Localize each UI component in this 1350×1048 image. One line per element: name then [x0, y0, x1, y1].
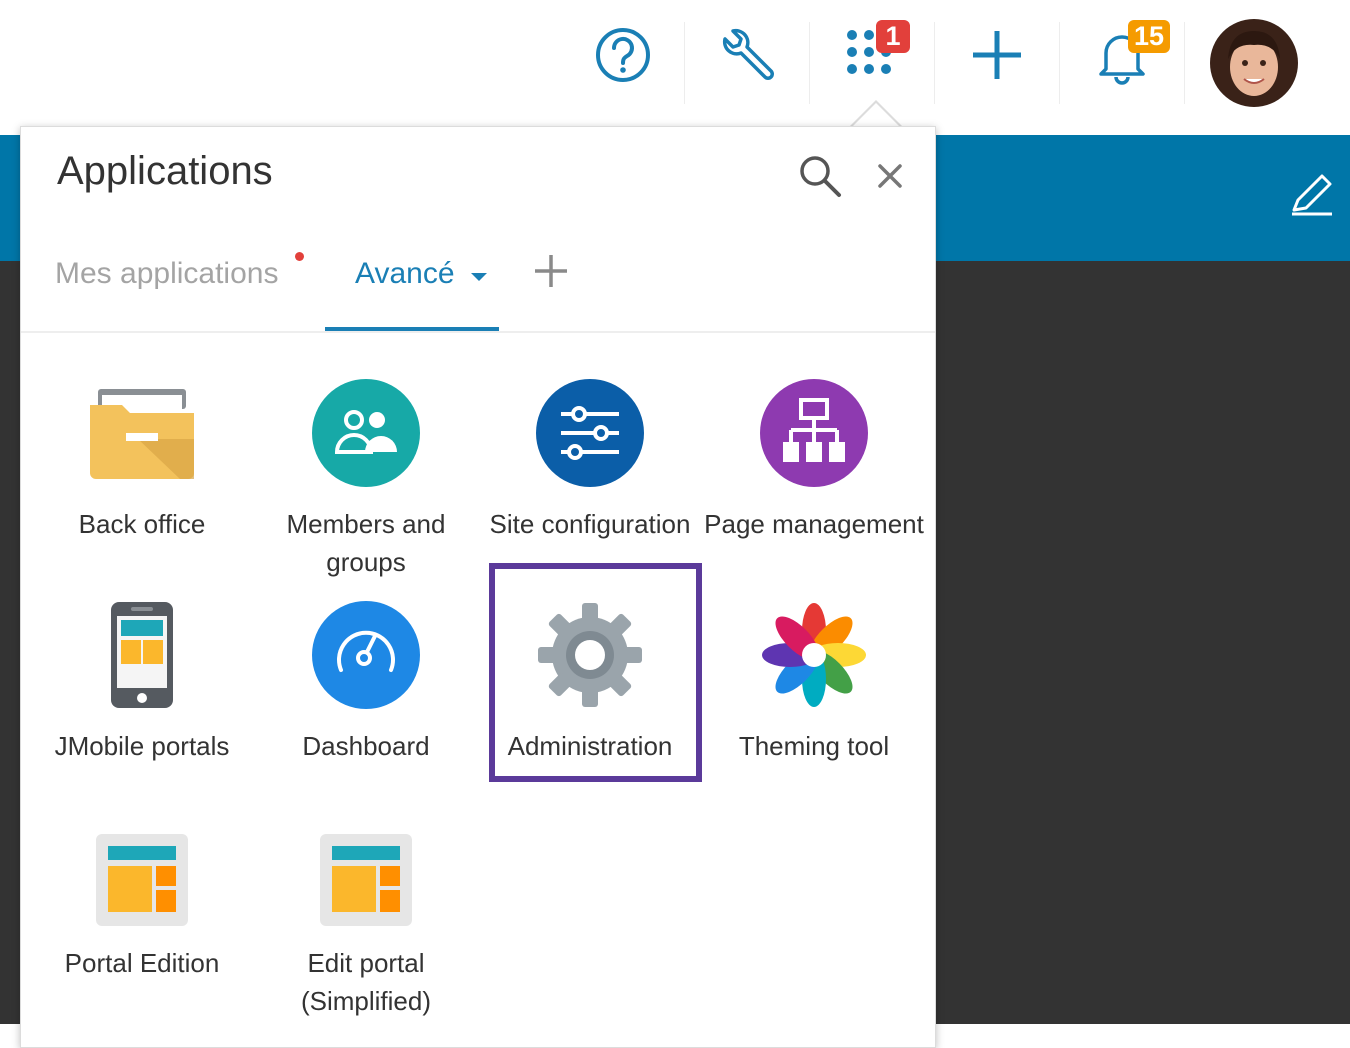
search-button[interactable] [797, 153, 843, 199]
portal-layout-icon [320, 834, 412, 926]
app-label: JMobile portals [54, 731, 230, 761]
top-header: 1 15 [0, 0, 1350, 135]
add-tab-button[interactable] [531, 251, 571, 291]
portal-layout-icon [96, 834, 188, 926]
tools-button[interactable] [685, 0, 809, 110]
plus-icon [535, 255, 567, 287]
app-page-management[interactable]: Page management [702, 377, 926, 577]
app-label: Theming tool [738, 731, 890, 761]
app-dashboard[interactable]: Dashboard [254, 599, 478, 779]
app-label: Dashboard [302, 731, 430, 761]
app-label: Members and groups [286, 509, 446, 577]
close-icon [878, 164, 902, 188]
user-avatar[interactable] [1210, 19, 1298, 107]
wrench-icon [722, 28, 774, 80]
app-back-office[interactable]: Back office [30, 377, 254, 577]
app-label: Edit portal (Simplified) [300, 948, 432, 1016]
plus-icon [973, 31, 1021, 79]
sitemap-icon [760, 379, 868, 487]
mobile-icon [111, 602, 173, 708]
help-button[interactable] [561, 0, 685, 110]
app-portal-edition[interactable]: Portal Edition [30, 824, 254, 1024]
speedometer-icon [312, 601, 420, 709]
notifications-badge: 15 [1128, 20, 1171, 53]
app-label: Page management [704, 509, 924, 539]
tab-new-dot [295, 252, 304, 261]
edit-page-button[interactable] [1288, 170, 1336, 223]
close-button[interactable] [873, 159, 907, 193]
app-label: Site configuration [489, 509, 691, 539]
apps-badge: 1 [876, 20, 910, 53]
popup-title: Applications [57, 149, 273, 193]
app-site-configuration[interactable]: Site configuration [478, 377, 702, 577]
folder-icon [90, 389, 194, 479]
search-icon [800, 156, 841, 197]
applications-button[interactable]: 1 [810, 0, 934, 110]
add-button[interactable] [935, 0, 1059, 110]
app-label: Back office [78, 509, 206, 539]
highlight-box [489, 563, 702, 782]
tab-bar: Mes applications Avancé [21, 247, 935, 333]
tab-mes-applications[interactable]: Mes applications [55, 257, 278, 291]
notifications-button[interactable]: 15 [1060, 0, 1184, 110]
tab-avance-label: Avancé [355, 257, 455, 290]
help-icon [596, 28, 650, 82]
tab-avance[interactable]: Avancé [325, 247, 499, 331]
caret-down-icon [471, 273, 487, 281]
pencil-icon [1292, 174, 1332, 216]
app-theming-tool[interactable]: Theming tool [702, 599, 926, 779]
app-label: Portal Edition [64, 948, 220, 978]
members-icon [312, 379, 420, 487]
flower-icon [762, 603, 866, 707]
app-jmobile-portals[interactable]: JMobile portals [30, 599, 254, 779]
app-members-and-groups[interactable]: Members and groups [254, 377, 478, 577]
app-edit-portal-simplified[interactable]: Edit portal (Simplified) [254, 824, 478, 1024]
sliders-icon [536, 379, 644, 487]
applications-popup: Applications Mes applications Avancé Bac… [20, 126, 936, 1048]
